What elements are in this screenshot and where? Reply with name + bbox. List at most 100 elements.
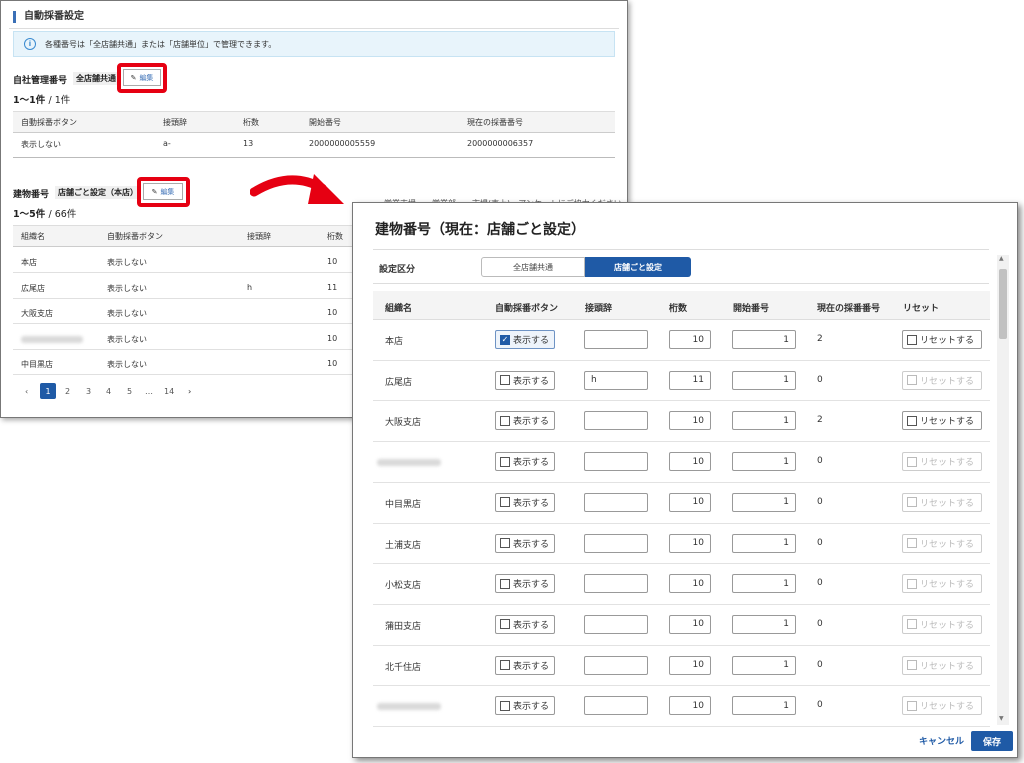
digits-input[interactable]: 11 xyxy=(669,370,711,390)
checkbox-label: 表示する xyxy=(513,336,550,346)
col-header-start: 開始番号 xyxy=(733,304,770,314)
building-number-edit-button[interactable]: ✎ 編集 xyxy=(143,183,183,200)
digits-input[interactable]: 10 xyxy=(669,655,711,675)
start-number-input[interactable]: 1 xyxy=(732,452,796,472)
start-number-input[interactable]: 1 xyxy=(732,614,796,634)
row-divider xyxy=(13,297,353,299)
checkbox-icon xyxy=(907,619,917,630)
segment-per-store[interactable]: 店舗ごと設定 xyxy=(585,257,691,277)
row-divider xyxy=(13,323,353,324)
digits-input[interactable]: 10 xyxy=(669,411,711,431)
digits-input[interactable]: 10 xyxy=(669,330,711,349)
reset-checkbox[interactable]: リセットする xyxy=(902,614,982,634)
start-number-input[interactable]: 1 xyxy=(732,533,796,553)
save-button[interactable]: 保存 xyxy=(971,731,1013,751)
cancel-button[interactable]: キャンセル xyxy=(919,734,964,747)
prefix-input[interactable] xyxy=(584,533,648,553)
col-header: 現在の採番番号 xyxy=(467,118,523,127)
prefix-input[interactable] xyxy=(584,411,648,431)
start-number-input[interactable]: 1 xyxy=(732,696,796,716)
digits-input[interactable]: 10 xyxy=(669,452,711,472)
prefix-input[interactable] xyxy=(584,614,648,634)
reset-checkbox[interactable]: リセットする xyxy=(902,655,982,675)
checkbox-label: 表示する xyxy=(513,498,550,509)
digits-input[interactable]: 10 xyxy=(669,533,711,553)
show-button-checkbox[interactable]: 表示する xyxy=(495,614,555,634)
col-header: 自動採番ボタン xyxy=(21,118,77,127)
show-button-checkbox[interactable]: 表示する xyxy=(495,655,555,675)
digits-input[interactable]: 10 xyxy=(669,696,711,716)
reset-checkbox[interactable]: リセットする xyxy=(902,533,982,553)
divider xyxy=(373,283,989,284)
row-divider xyxy=(373,603,990,605)
start-number-input[interactable]: 1 xyxy=(732,330,796,349)
pagination-prev[interactable]: ‹ xyxy=(25,387,28,396)
table-cell-digits: 10 xyxy=(327,333,338,343)
divider xyxy=(373,249,989,250)
checkbox-label: 表示する xyxy=(513,620,550,631)
redacted-org-name xyxy=(21,335,83,343)
col-header: 組織名 xyxy=(21,232,45,241)
reset-checkbox[interactable]: リセットする xyxy=(902,452,982,472)
show-button-checkbox[interactable]: 表示する xyxy=(495,411,555,431)
show-button-checkbox[interactable]: 表示する xyxy=(495,370,555,390)
prefix-input[interactable] xyxy=(584,655,648,675)
count-total: / 1件 xyxy=(48,95,71,106)
prefix-input[interactable] xyxy=(584,574,648,594)
reset-checkbox[interactable]: リセットする xyxy=(902,330,982,349)
checkbox-label: 表示する xyxy=(513,376,550,387)
scroll-up-icon[interactable]: ▲ xyxy=(999,255,1004,262)
checkbox-label: 表示する xyxy=(513,580,550,591)
start-number-input[interactable]: 1 xyxy=(732,655,796,675)
start-number-input[interactable]: 1 xyxy=(732,370,796,390)
pagination-page[interactable]: 2 xyxy=(65,387,70,396)
prefix-input[interactable]: h xyxy=(584,370,648,390)
show-button-checkbox[interactable]: 表示する xyxy=(495,533,555,553)
pagination-page[interactable]: 14 xyxy=(164,387,174,396)
own-number-edit-button[interactable]: ✎ 編集 xyxy=(123,69,161,86)
show-button-checkbox[interactable]: 表示する xyxy=(495,696,555,716)
prefix-input[interactable] xyxy=(584,330,648,349)
col-header-reset: リセット xyxy=(903,304,940,314)
reset-checkbox[interactable]: リセットする xyxy=(902,492,982,512)
pagination-page-active[interactable]: 1 xyxy=(40,383,56,399)
pencil-icon: ✎ xyxy=(130,73,137,82)
col-header-digits: 桁数 xyxy=(669,304,688,314)
prefix-input[interactable] xyxy=(584,452,648,472)
checkbox-icon xyxy=(907,456,917,467)
reset-checkbox[interactable]: リセットする xyxy=(902,574,982,594)
checkbox-icon xyxy=(500,700,510,711)
reset-checkbox[interactable]: リセットする xyxy=(902,411,982,431)
current-number: 2 xyxy=(817,334,823,344)
start-number-input[interactable]: 1 xyxy=(732,411,796,431)
digits-input[interactable]: 10 xyxy=(669,492,711,512)
start-number-input[interactable]: 1 xyxy=(732,492,796,512)
scroll-down-icon[interactable]: ▼ xyxy=(999,715,1004,722)
show-button-checkbox[interactable]: ✓ 表示する xyxy=(495,330,555,349)
prefix-input[interactable] xyxy=(584,696,648,716)
pagination-page[interactable]: 4 xyxy=(106,387,111,396)
table-cell-org: 広尾店 xyxy=(21,283,45,293)
show-button-checkbox[interactable]: 表示する xyxy=(495,574,555,594)
reset-checkbox[interactable]: リセットする xyxy=(902,370,982,390)
pagination-page[interactable]: 3 xyxy=(86,387,91,396)
table-cell-auto-button: 表示しない xyxy=(107,360,147,369)
show-button-checkbox[interactable]: 表示する xyxy=(495,452,555,472)
segment-common[interactable]: 全店舗共通 xyxy=(481,257,585,277)
current-number: 0 xyxy=(817,456,823,467)
scrollbar-thumb[interactable] xyxy=(999,269,1007,339)
digits-input[interactable]: 10 xyxy=(669,614,711,634)
col-header-prefix: 接頭辞 xyxy=(585,304,613,314)
current-number: 0 xyxy=(817,537,823,548)
digits-input[interactable]: 10 xyxy=(669,574,711,594)
reset-checkbox[interactable]: リセットする xyxy=(902,696,982,716)
modal-table-header: 組織名 自動採番ボタン 接頭辞 桁数 開始番号 現在の採番番号 リセット xyxy=(373,291,990,320)
start-number-input[interactable]: 1 xyxy=(732,574,796,594)
checkbox-icon xyxy=(500,375,510,386)
checkbox-icon xyxy=(907,538,917,548)
show-button-checkbox[interactable]: 表示する xyxy=(495,492,555,512)
table-cell-auto-button: 表示しない xyxy=(107,309,147,318)
pagination-page[interactable]: 5 xyxy=(127,387,132,396)
pagination-next[interactable]: › xyxy=(188,387,191,396)
prefix-input[interactable] xyxy=(584,492,648,512)
